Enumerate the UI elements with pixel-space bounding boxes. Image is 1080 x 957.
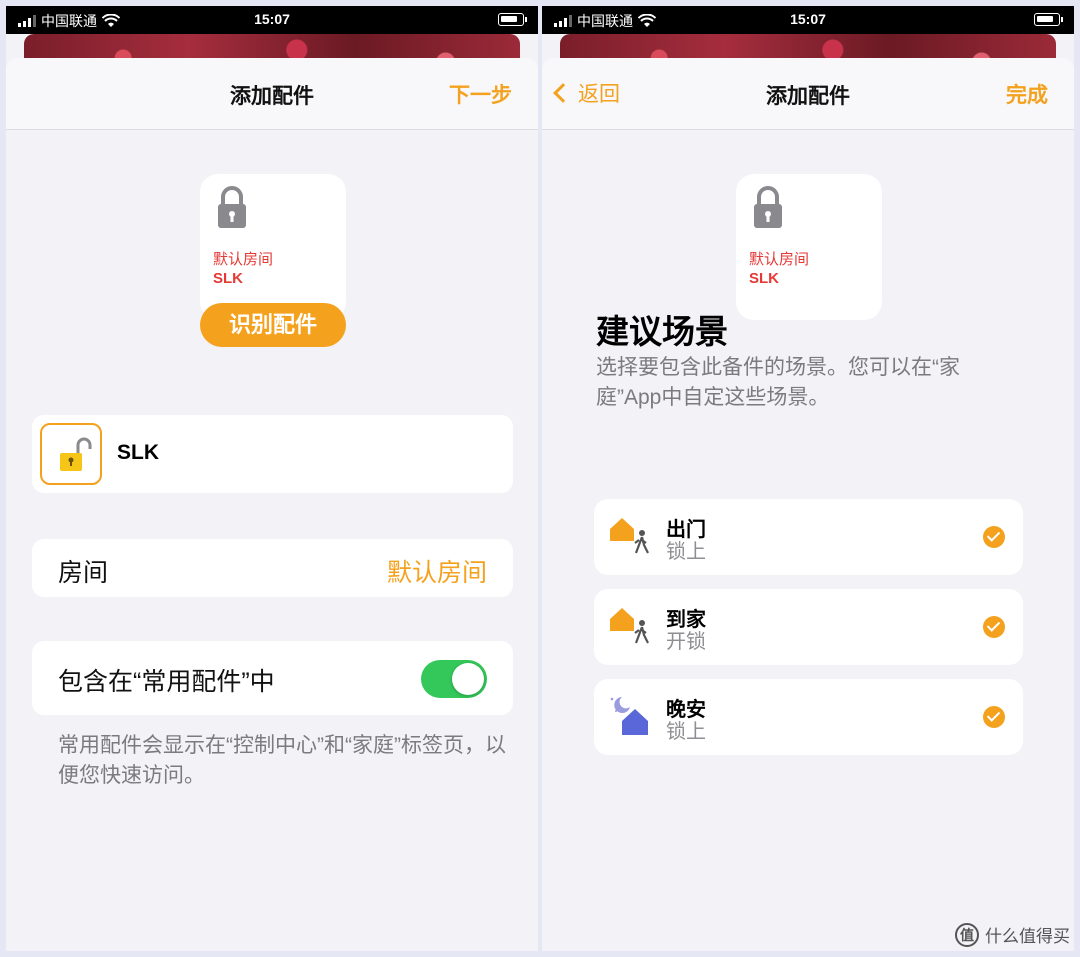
tile-room-label: 默认房间 — [213, 251, 274, 268]
status-bar: 中国联通 15:07 — [6, 6, 538, 34]
suggested-scenes-description: 选择要包含此备件的场景。您可以在“家庭”App中自定这些场景。 — [596, 356, 960, 409]
done-button[interactable]: 完成 — [1006, 79, 1048, 109]
suggested-scenes-heading: 建议场景 — [596, 313, 728, 350]
battery-icon — [498, 13, 527, 26]
clock: 15:07 — [254, 11, 290, 27]
identify-accessory-button[interactable]: 识别配件 — [200, 303, 346, 347]
accessory-tile[interactable]: 默认房间 SLK — [736, 174, 882, 320]
lock-icon — [754, 186, 782, 228]
scene-action: 开锁 — [666, 631, 706, 653]
checkmark-icon[interactable] — [983, 526, 1005, 548]
room-label: 房间 — [58, 559, 109, 587]
nav-bar: 添加配件 下一步 — [6, 58, 538, 130]
tile-name-label: SLK — [749, 270, 779, 287]
watermark: 值 什么值得买 — [955, 922, 1070, 947]
lock-icon — [218, 186, 246, 228]
favorites-row: 包含在“常用配件”中 — [32, 641, 513, 715]
room-value: 默认房间 — [386, 559, 487, 587]
favorites-footnote: 常用配件会显示在“控制中心”和“家庭”标签页，以便您快速访问。 — [58, 734, 506, 787]
accessory-name-card[interactable]: SLK — [32, 415, 513, 493]
watermark-text: 什么值得买 — [985, 927, 1070, 946]
scene-action: 锁上 — [666, 541, 706, 563]
checkmark-icon[interactable] — [983, 616, 1005, 638]
nav-bar: 返回 添加配件 完成 — [542, 58, 1074, 130]
accessory-name: SLK — [117, 441, 159, 464]
scene-row-leave[interactable]: 出门 锁上 — [594, 499, 1023, 575]
tile-room-label: 默认房间 — [749, 251, 810, 268]
checkmark-icon[interactable] — [983, 706, 1005, 728]
moon-house-icon — [610, 697, 648, 735]
favorites-label: 包含在“常用配件”中 — [58, 668, 275, 696]
house-person-icon — [610, 518, 649, 554]
phone-screen-right: 中国联通 15:07 返回 添加配件 完成 默认房间 SLK 建议场景 选择要包… — [542, 6, 1074, 951]
phone-screen-left: 中国联通 15:07 添加配件 下一步 默认房间 SLK 识别配件 SLK 房间… — [6, 6, 538, 951]
favorites-toggle[interactable] — [421, 660, 487, 698]
tile-name-label: SLK — [213, 270, 243, 287]
accessory-tile[interactable]: 默认房间 SLK — [200, 174, 346, 320]
status-bar: 中国联通 15:07 — [542, 6, 1074, 34]
battery-icon — [1034, 13, 1063, 26]
scene-row-arrive[interactable]: 到家 开锁 — [594, 589, 1023, 665]
nav-title: 添加配件 — [766, 85, 850, 108]
scene-action: 锁上 — [666, 721, 706, 743]
next-button[interactable]: 下一步 — [449, 79, 512, 109]
clock: 15:07 — [790, 11, 826, 27]
house-person-icon — [610, 608, 649, 644]
room-row[interactable]: 房间 默认房间 — [32, 539, 513, 597]
unlocked-lock-icon — [40, 423, 102, 485]
watermark-logo-icon: 值 — [955, 922, 979, 947]
scene-row-goodnight[interactable]: 晚安 锁上 — [594, 679, 1023, 755]
